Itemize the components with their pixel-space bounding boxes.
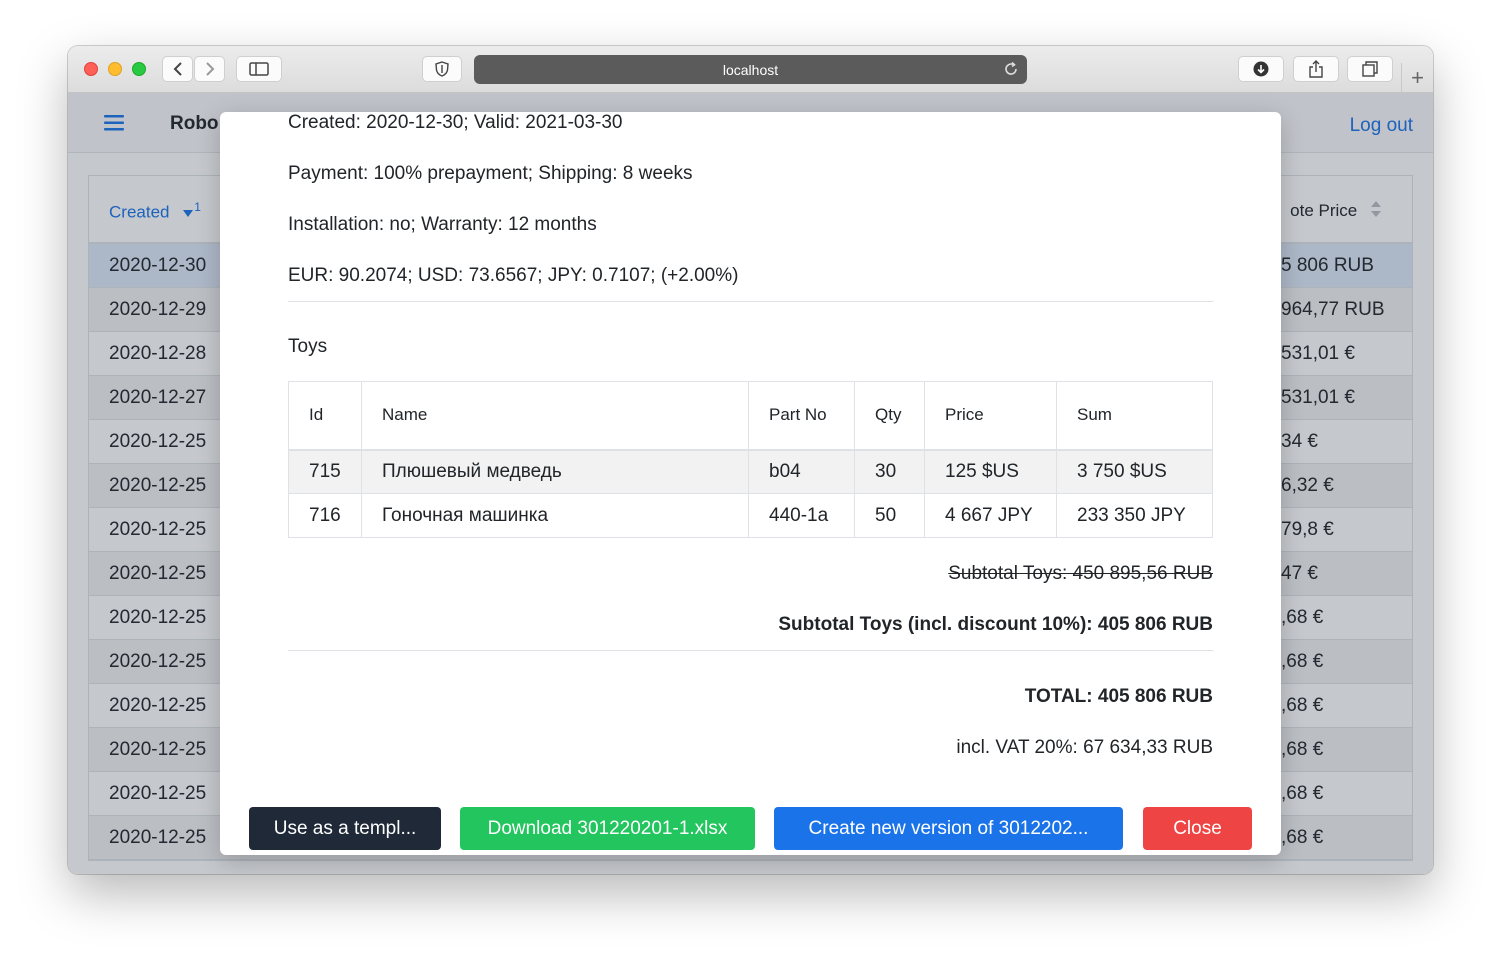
- col-price: Price: [924, 381, 1057, 451]
- download-xlsx-button[interactable]: Download 301220201-1.xlsx: [460, 807, 755, 850]
- cell-qty: 30: [854, 449, 925, 494]
- table-row: 715 Плюшевый медведь b04 30 125 $US 3 75…: [288, 449, 1213, 494]
- exchange-rates-line: EUR: 90.2074; USD: 73.6567; JPY: 0.7107;…: [288, 265, 739, 286]
- installation-warranty-line: Installation: no; Warranty: 12 months: [288, 214, 597, 235]
- share-icon: [1309, 60, 1323, 78]
- cell-name: Плюшевый медведь: [361, 449, 749, 494]
- download-icon: [1253, 61, 1269, 77]
- cell-qty: 50: [854, 493, 925, 538]
- quote-details-modal: Created: 2020-12-30; Valid: 2021-03-30 P…: [220, 112, 1281, 855]
- toys-items-table: Id Name Part No Qty Price Sum 715 Плюшев…: [288, 381, 1213, 538]
- forward-icon: [205, 62, 214, 76]
- col-name: Name: [361, 381, 749, 451]
- cell-sum: 3 750 $US: [1056, 449, 1213, 494]
- payment-shipping-line: Payment: 100% prepayment; Shipping: 8 we…: [288, 163, 693, 184]
- zoom-window-button[interactable]: [132, 62, 146, 76]
- table-row: 716 Гоночная машинка 440-1a 50 4 667 JPY…: [288, 493, 1213, 538]
- divider: [288, 650, 1213, 651]
- col-part-no: Part No: [748, 381, 855, 451]
- cell-part-no: b04: [748, 449, 855, 494]
- close-modal-button[interactable]: Close: [1143, 807, 1252, 850]
- back-button[interactable]: [162, 56, 193, 82]
- back-icon: [173, 62, 182, 76]
- col-qty: Qty: [854, 381, 925, 451]
- new-tab-icon: +: [1411, 65, 1424, 90]
- use-as-template-button[interactable]: Use as a templ...: [249, 807, 441, 850]
- divider: [288, 301, 1213, 302]
- cell-sum: 233 350 JPY: [1056, 493, 1213, 538]
- new-tab-button[interactable]: +: [1401, 63, 1433, 93]
- vat-line: incl. VAT 20%: 67 634,33 RUB: [956, 737, 1213, 758]
- close-window-button[interactable]: [84, 62, 98, 76]
- grand-total: TOTAL: 405 806 RUB: [1024, 686, 1213, 707]
- page-content: Robo Log out Created 1 ote Price 2020-12…: [68, 93, 1433, 874]
- section-title-toys: Toys: [288, 336, 328, 357]
- items-header-row: Id Name Part No Qty Price Sum: [288, 381, 1213, 451]
- shield-icon: [435, 61, 449, 77]
- tab-overview-button[interactable]: [1347, 56, 1393, 82]
- minimize-window-button[interactable]: [108, 62, 122, 76]
- subtotal-discounted: Subtotal Toys (incl. discount 10%): 405 …: [778, 614, 1213, 635]
- sidebar-icon: [249, 62, 269, 76]
- cell-name: Гоночная машинка: [361, 493, 749, 538]
- created-valid-line: Created: 2020-12-30; Valid: 2021-03-30: [288, 112, 623, 133]
- cell-id: 715: [288, 449, 362, 494]
- share-button[interactable]: [1293, 56, 1339, 82]
- browser-window: localhost + Robo Log out Created 1 ote P…: [68, 46, 1433, 874]
- forward-button[interactable]: [194, 56, 225, 82]
- reload-icon[interactable]: [1003, 61, 1019, 77]
- cell-id: 716: [288, 493, 362, 538]
- browser-titlebar: localhost +: [68, 46, 1433, 93]
- subtotal-original: Subtotal Toys: 450 895,56 RUB: [948, 563, 1213, 584]
- sidebar-toggle-button[interactable]: [236, 56, 282, 82]
- cell-part-no: 440-1a: [748, 493, 855, 538]
- col-id: Id: [288, 381, 362, 451]
- url-text: localhost: [722, 61, 779, 78]
- address-bar[interactable]: localhost: [474, 55, 1027, 84]
- create-new-version-button[interactable]: Create new version of 3012202...: [774, 807, 1123, 850]
- privacy-shield-button[interactable]: [422, 56, 462, 82]
- cell-price: 4 667 JPY: [924, 493, 1057, 538]
- tabs-icon: [1362, 61, 1378, 77]
- col-sum: Sum: [1056, 381, 1213, 451]
- cell-price: 125 $US: [924, 449, 1057, 494]
- downloads-button[interactable]: [1238, 56, 1284, 82]
